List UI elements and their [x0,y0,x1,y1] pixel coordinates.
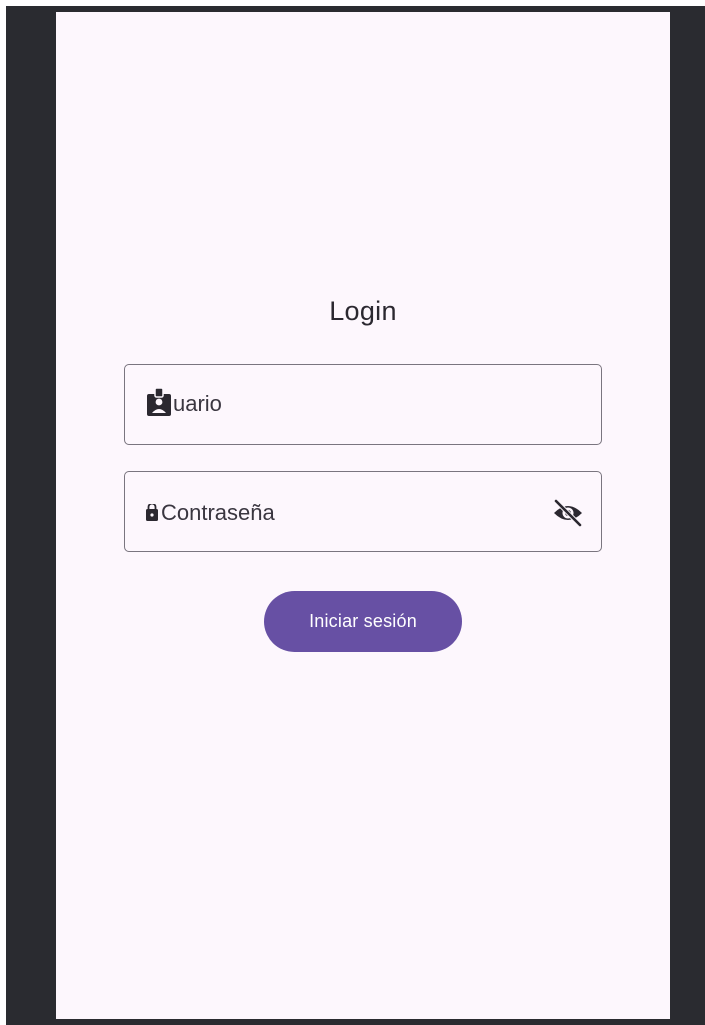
login-button[interactable]: Iniciar sesión [264,591,462,652]
username-value: uario [173,391,222,416]
username-field[interactable]: uario [124,364,602,445]
password-placeholder: Contraseña [161,500,275,525]
login-screen: Login uario Contraseña Iniciar sesión [56,12,670,1019]
visibility-off-icon[interactable] [551,498,585,528]
badge-icon [147,387,171,416]
device-frame: Login uario Contraseña Iniciar sesión [6,6,705,1025]
password-field[interactable]: Contraseña [124,471,602,552]
page-title: Login [329,296,397,326]
